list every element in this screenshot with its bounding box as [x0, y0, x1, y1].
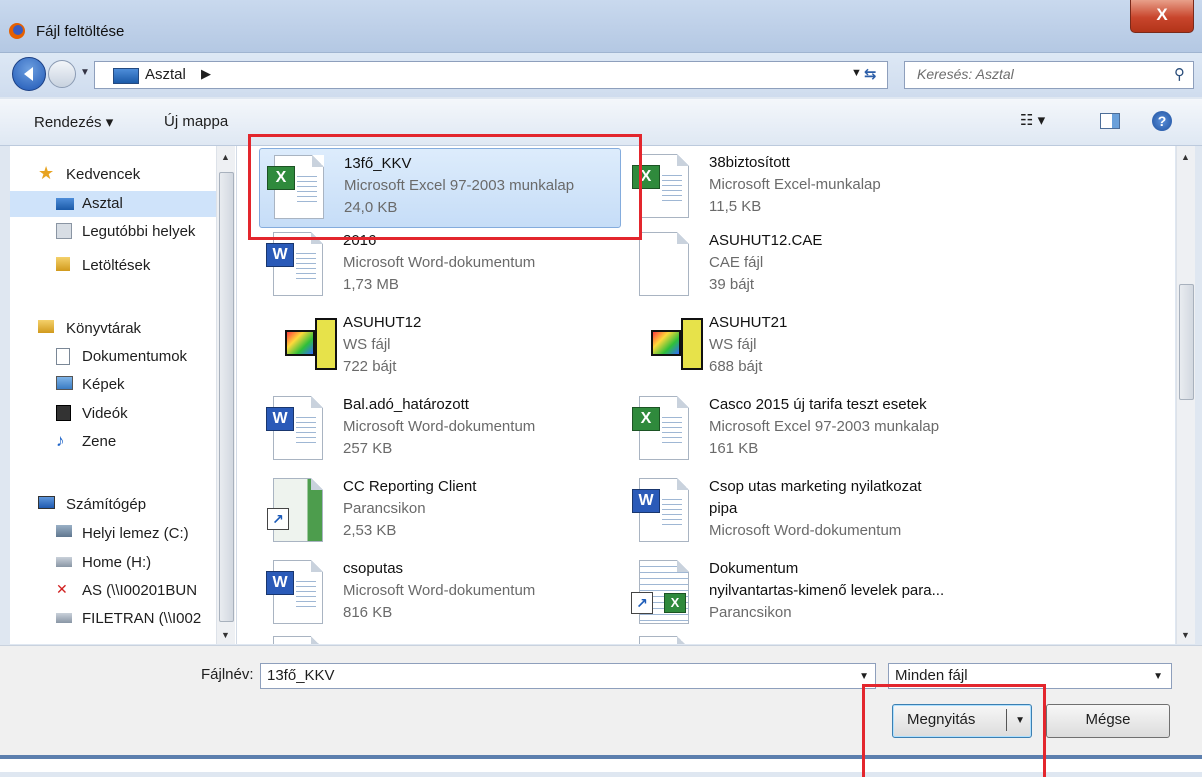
sidebar-item-filetran-drive[interactable]: FILETRAN (\\I002	[56, 606, 236, 632]
scroll-up-icon[interactable]: ▲	[1181, 152, 1190, 162]
help-icon[interactable]: ?	[1152, 111, 1172, 131]
file-item[interactable]: W Bal.adó_határozott Microsoft Word-doku…	[259, 390, 619, 468]
back-button[interactable]	[12, 57, 46, 91]
word-icon: W	[266, 232, 323, 296]
preview-pane-icon[interactable]	[1100, 113, 1120, 129]
window-title: Fájl feltöltése	[36, 23, 125, 40]
network-drive-icon	[56, 557, 72, 567]
excel-icon: X	[632, 396, 689, 460]
ws-file-icon	[651, 318, 703, 370]
word-icon: W	[266, 560, 323, 624]
forward-button[interactable]	[48, 60, 76, 88]
highlight-open-button	[862, 684, 1046, 777]
star-icon: ★	[38, 163, 55, 183]
view-options-icon[interactable]: ☷ ▾	[1020, 111, 1045, 129]
excel-icon: X	[632, 154, 689, 218]
sidebar-item-local-disk[interactable]: Helyi lemez (C:)	[56, 521, 236, 547]
shortcut-arrow-icon: ↗	[267, 508, 289, 530]
search-icon[interactable]: ⚲	[1174, 65, 1185, 83]
music-icon: ♪	[56, 431, 65, 450]
filename-dropdown-icon[interactable]: ▼	[859, 671, 869, 682]
videos-icon	[56, 405, 71, 421]
sidebar-item-pictures[interactable]: Képek	[56, 372, 236, 398]
refresh-icon[interactable]: ⇆	[864, 65, 877, 83]
file-type-dropdown-icon[interactable]: ▼	[1153, 671, 1163, 682]
word-icon: W	[266, 396, 323, 460]
cancel-button[interactable]: Mégse	[1046, 704, 1170, 738]
file-list-scroll-thumb[interactable]	[1179, 284, 1194, 400]
file-item[interactable]: ASUHUT21 WS fájl 688 bájt	[625, 308, 985, 386]
file-type-value[interactable]: Minden fájl	[895, 667, 968, 684]
new-folder-button[interactable]: Új mappa	[164, 113, 228, 130]
scroll-up-icon[interactable]: ▲	[221, 152, 230, 162]
navigation-pane: ★ Kedvencek Asztal Legutóbbi helyek Letö…	[10, 146, 237, 644]
partial-file-icon	[639, 636, 689, 644]
filename-label: Fájlnév:	[201, 666, 254, 683]
desktop-icon	[56, 198, 74, 210]
file-item[interactable]: W csoputas Microsoft Word-dokumentum 816…	[259, 554, 619, 632]
scroll-down-icon[interactable]: ▼	[221, 630, 230, 640]
sidebar-item-libraries[interactable]: Könyvtárak	[38, 316, 236, 342]
search-box[interactable]: Keresés: Asztal ⚲	[904, 61, 1194, 89]
history-dropdown-icon[interactable]: ▼	[80, 67, 90, 78]
sidebar-item-desktop[interactable]: Asztal	[10, 191, 216, 217]
disconnected-drive-icon: ✕	[56, 581, 68, 597]
downloads-icon	[56, 257, 70, 271]
highlight-selected-file	[248, 134, 642, 240]
address-bar[interactable]: Asztal ▶ ▼	[94, 61, 888, 89]
sidebar-item-computer[interactable]: Számítógép	[38, 492, 236, 518]
organize-button[interactable]: Rendezés ▾	[34, 113, 113, 131]
navigation-bar: ▼ Asztal ▶ ▼ ⇆ Keresés: Asztal ⚲	[0, 53, 1202, 97]
sidebar-item-as-drive[interactable]: ✕ AS (\\I00201BUN	[56, 578, 236, 604]
partial-file-icon	[273, 636, 323, 644]
file-item[interactable]: X 38biztosított Microsoft Excel-munkalap…	[625, 148, 985, 226]
desktop-icon	[113, 68, 139, 84]
sidebar-item-home-drive[interactable]: Home (H:)	[56, 550, 236, 576]
breadcrumb-arrow-icon[interactable]: ▶	[201, 66, 211, 82]
sidebar-item-documents[interactable]: Dokumentumok	[56, 344, 236, 370]
file-item[interactable]: ↗ CC Reporting Client Parancsikon 2,53 K…	[259, 472, 619, 550]
sidebar-scrollbar[interactable]: ▲ ▼	[216, 146, 235, 644]
search-input[interactable]: Keresés: Asztal	[917, 66, 1014, 82]
local-disk-icon	[56, 525, 72, 537]
file-item[interactable]: X ↗ Dokumentum nyilvantartas-kimenő leve…	[625, 554, 985, 632]
close-button[interactable]: X	[1130, 0, 1194, 33]
network-drive-icon	[56, 613, 72, 623]
sidebar-item-recent-places[interactable]: Legutóbbi helyek	[56, 219, 236, 245]
address-dropdown-icon[interactable]: ▼	[851, 67, 862, 79]
breadcrumb-desktop[interactable]: Asztal	[145, 66, 186, 83]
file-item[interactable]: W Csop utas marketing nyilatkozat pipa M…	[625, 472, 985, 550]
filename-field[interactable]: 13fő_KKV ▼	[260, 663, 876, 689]
shortcut-arrow-icon: ↗	[631, 592, 653, 614]
firefox-icon	[9, 23, 25, 39]
computer-icon	[38, 496, 55, 509]
sidebar-item-music[interactable]: ♪ Zene	[56, 429, 236, 455]
recent-places-icon	[56, 223, 72, 239]
sidebar-scroll-thumb[interactable]	[219, 172, 234, 622]
sidebar-item-downloads[interactable]: Letöltések	[56, 253, 236, 279]
ws-file-icon	[285, 318, 337, 370]
scroll-down-icon[interactable]: ▼	[1181, 630, 1190, 640]
libraries-icon	[38, 320, 54, 333]
back-arrow-icon	[24, 67, 33, 81]
sidebar-item-videos[interactable]: Videók	[56, 401, 236, 427]
pictures-icon	[56, 376, 73, 390]
documents-icon	[56, 348, 70, 365]
sidebar-item-favorites[interactable]: ★ Kedvencek	[38, 162, 236, 188]
file-item[interactable]: ASUHUT12 WS fájl 722 bájt	[259, 308, 619, 386]
title-bar: Fájl feltöltése X	[0, 0, 1202, 53]
file-list-scrollbar[interactable]: ▲ ▼	[1176, 146, 1195, 644]
word-icon: W	[632, 478, 689, 542]
file-item[interactable]: X Casco 2015 új tarifa teszt esetek Micr…	[625, 390, 985, 468]
filename-value[interactable]: 13fő_KKV	[267, 667, 335, 684]
file-item[interactable]: ASUHUT12.CAE CAE fájl 39 bájt	[625, 226, 985, 304]
blank-file-icon	[639, 232, 689, 296]
